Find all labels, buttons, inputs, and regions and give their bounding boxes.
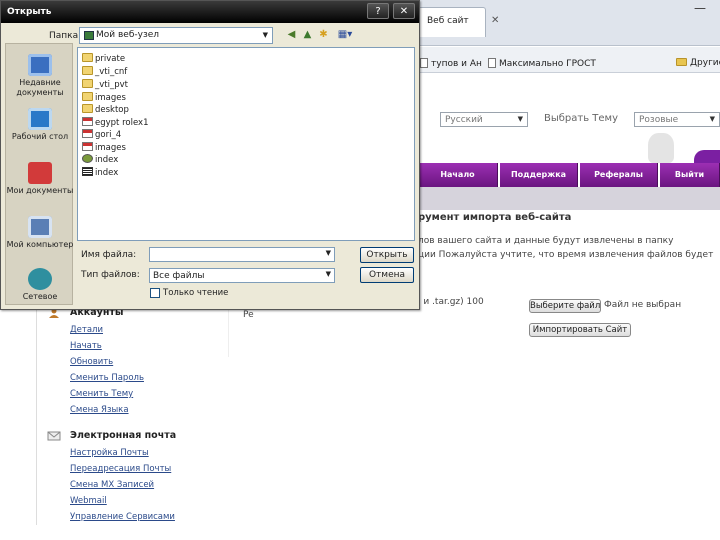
link-mail-settings[interactable]: Настройка Почты [70,448,149,458]
readonly-label: Только чтение [163,288,229,298]
chevron-down-icon: ▼ [325,270,331,278]
place-my-computer[interactable]: Мой компьютер [6,216,74,250]
view-menu-icon[interactable]: ▦▾ [335,29,355,41]
content-text: Pe [243,310,254,320]
filetype-label: Тип файлов: [81,270,140,280]
my-documents-icon [28,162,52,184]
php-file-icon [82,154,93,163]
filetype-select[interactable]: Все файлы ▼ [149,268,335,283]
html-file-icon [82,129,93,138]
place-recent[interactable]: Недавние документы [6,54,74,98]
browser-tab[interactable]: Веб сайт ✕ [418,7,499,37]
computer-icon [28,216,52,238]
link-webmail[interactable]: Webmail [70,496,107,506]
list-item[interactable]: gori_4 [82,129,121,141]
place-network[interactable]: Сетевое [6,268,74,302]
link-details[interactable]: Детали [70,325,103,335]
place-my-documents[interactable]: Мои документы [6,162,74,196]
page-title: румент импорта веб-сайта [418,212,572,223]
link-manage-services[interactable]: Управление Сервисами [70,512,175,522]
places-bar: Недавние документы Рабочий стол Мои доку… [5,43,73,305]
nav-referrals[interactable]: Рефералы [580,163,658,187]
html-file-icon [82,142,93,151]
list-item[interactable]: index [82,167,118,179]
folder-icon [82,66,93,75]
readonly-checkbox[interactable] [150,288,160,298]
index-file-icon [82,167,93,176]
theme-select[interactable]: Розовые ▼ [634,112,720,127]
mail-icon [47,431,61,441]
minimize-icon[interactable]: — [694,1,706,15]
choose-file-button[interactable]: Выберите файл [529,299,601,313]
list-item[interactable]: images [82,142,126,154]
recent-documents-icon [28,54,52,76]
content-text: ции Пожалуйста учтите, что время извлече… [418,250,714,260]
link-change-password[interactable]: Сменить Пароль [70,373,144,383]
place-desktop[interactable]: Рабочий стол [6,108,74,142]
main-nav: Начало Поддержка Рефералы Выйти [418,163,720,187]
no-file-status: Файл не выбран [604,300,682,310]
dialog-title: Открыть [7,7,52,17]
lookin-label: Папка: [49,31,82,41]
theme-label: Выбрать Тему [544,113,619,124]
list-item[interactable]: egypt rolex1 [82,117,148,129]
sidebar-divider [36,310,37,525]
chevron-down-icon: ▼ [517,115,523,123]
folder-icon [82,53,93,62]
folder-icon [82,92,93,101]
tab-close-icon[interactable]: ✕ [491,15,499,26]
content-text: і и .tar.gz) 100 [418,297,484,307]
folder-icon [82,79,93,88]
bookmark-folder[interactable]: Другие [676,58,720,68]
list-item[interactable]: _vti_cnf [82,66,127,78]
link-change-language[interactable]: Смена Языка [70,405,129,415]
folder-icon [84,31,94,40]
import-site-button[interactable]: Импортировать Сайт [529,323,631,337]
new-folder-icon[interactable]: ✱ [317,29,330,41]
chevron-down-icon: ▼ [709,115,715,123]
open-file-dialog: Открыть ? ✕ Папка: Мой веб-узел ▼ ◀ ▲ ✱ … [0,0,420,310]
content-text: лов вашего сайта и данные будут извлечен… [418,236,674,246]
filename-field[interactable]: ▼ [149,247,335,262]
page-icon [420,58,428,68]
open-button[interactable]: Открыть [360,247,414,263]
nav-support[interactable]: Поддержка [500,163,578,187]
link-update[interactable]: Обновить [70,357,113,367]
decorative-shape [694,150,720,164]
chevron-down-icon[interactable]: ▼ [326,249,331,257]
lookin-select[interactable]: Мой веб-узел ▼ [79,27,273,44]
file-list[interactable]: private _vti_cnf _vti_pvt images desktop… [77,47,415,241]
folder-icon [82,104,93,113]
list-item[interactable]: images [82,92,126,104]
page-icon [488,58,496,68]
browser-tab-title: Веб сайт [427,16,469,26]
up-folder-icon[interactable]: ▲ [301,29,314,41]
link-start[interactable]: Начать [70,341,102,351]
email-section-title: Электронная почта [70,430,177,441]
desktop-icon [28,108,52,130]
link-change-theme[interactable]: Сменить Тему [70,389,133,399]
cancel-button[interactable]: Отмена [360,267,414,283]
list-item[interactable]: index [82,154,118,166]
language-select[interactable]: Русский ▼ [440,112,528,127]
folder-icon [676,58,687,66]
html-file-icon [82,117,93,126]
network-icon [28,268,52,290]
help-button[interactable]: ? [367,3,389,19]
link-mail-forwarding[interactable]: Переадресация Почты [70,464,171,474]
list-item[interactable]: private [82,53,125,65]
filename-label: Имя файла: [81,250,137,260]
nav-home[interactable]: Начало [418,163,498,187]
link-mx-records[interactable]: Смена MX Записей [70,480,154,490]
bookmark-item[interactable]: тупов и Ан [420,58,482,69]
back-icon[interactable]: ◀ [285,29,298,41]
dialog-titlebar[interactable]: Открыть ? ✕ [1,1,419,23]
list-item[interactable]: _vti_pvt [82,79,128,91]
bookmark-item[interactable]: Максимально ГРОСТ [488,58,596,69]
chevron-down-icon: ▼ [262,31,268,39]
nav-logout[interactable]: Выйти [660,163,720,187]
close-button[interactable]: ✕ [393,3,415,19]
list-item[interactable]: desktop [82,104,129,116]
decorative-figure [648,133,674,163]
